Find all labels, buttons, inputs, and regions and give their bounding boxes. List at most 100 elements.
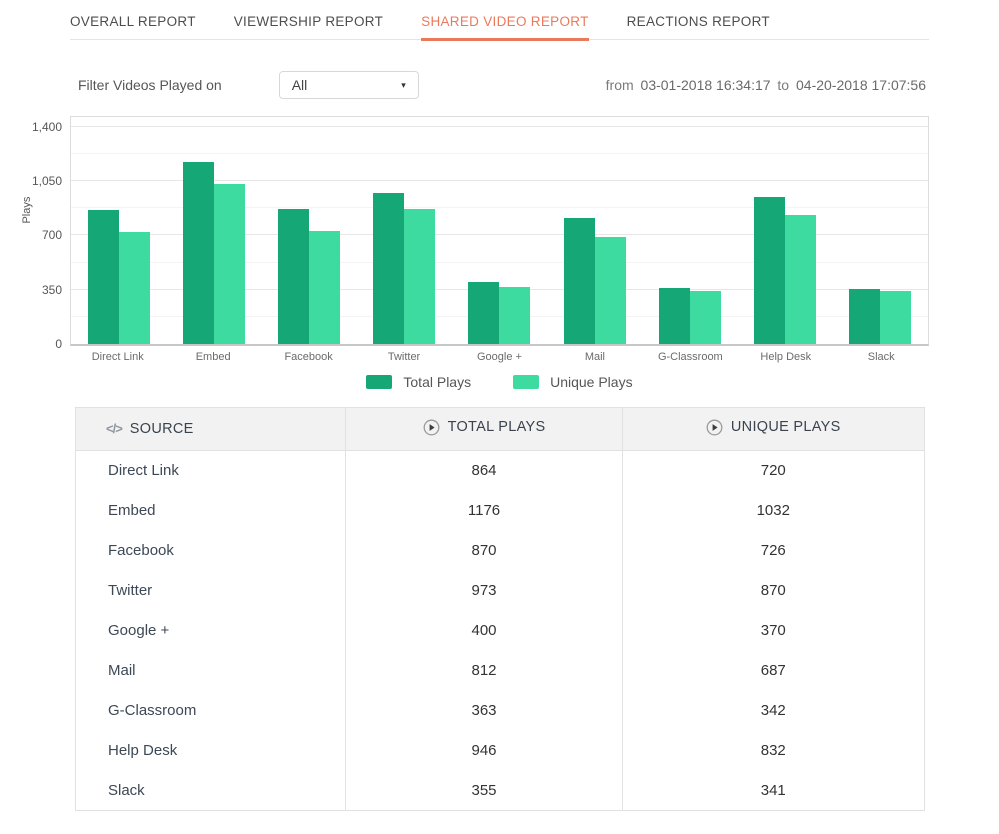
cell-total-plays: 870 <box>346 531 622 571</box>
table-row: G-Classroom363342 <box>76 691 925 731</box>
date-to-value: 04-20-2018 17:07:56 <box>796 77 926 93</box>
cell-source: Help Desk <box>76 731 346 771</box>
cell-source: Direct Link <box>76 451 346 491</box>
bar-unique-plays <box>119 232 150 344</box>
bar-group <box>261 209 356 344</box>
y-tick-label: 700 <box>42 228 62 242</box>
x-axis-label: Direct Link <box>70 351 165 363</box>
table-row: Direct Link864720 <box>76 451 925 491</box>
table-body: Direct Link864720Embed11761032Facebook87… <box>76 451 925 811</box>
bar-total-plays <box>278 209 309 344</box>
cell-total-plays: 812 <box>346 651 622 691</box>
cell-source: Mail <box>76 651 346 691</box>
y-tick-label: 1,400 <box>32 120 62 134</box>
chevron-down-icon: ▾ <box>401 80 406 91</box>
bar-total-plays <box>468 282 499 344</box>
bar-unique-plays <box>595 237 626 344</box>
column-header-unique-plays: UNIQUE PLAYS <box>622 408 924 451</box>
tab-overall-report[interactable]: OVERALL REPORT <box>70 14 196 41</box>
y-tick-label: 1,050 <box>32 174 62 188</box>
bar-unique-plays <box>404 209 435 344</box>
tab-shared-video-report[interactable]: SHARED VIDEO REPORT <box>421 14 588 41</box>
cell-total-plays: 864 <box>346 451 622 491</box>
bar-group <box>357 193 452 344</box>
bar-groups <box>71 117 928 344</box>
bar-unique-plays <box>214 184 245 344</box>
bar-unique-plays <box>880 291 911 344</box>
bar-group <box>71 210 166 344</box>
column-header-source: </> SOURCE <box>76 408 346 451</box>
x-axis-label: Facebook <box>261 351 356 363</box>
tab-reactions-report[interactable]: REACTIONS REPORT <box>627 14 770 41</box>
tab-viewership-report[interactable]: VIEWERSHIP REPORT <box>234 14 383 41</box>
bar-total-plays <box>659 288 690 344</box>
cell-unique-plays: 726 <box>622 531 924 571</box>
cell-unique-plays: 341 <box>622 771 924 811</box>
x-axis-label: Mail <box>547 351 642 363</box>
column-header-source-label: SOURCE <box>130 421 194 437</box>
table-row: Google +400370 <box>76 611 925 651</box>
bar-group <box>833 289 928 344</box>
bar-group <box>166 162 261 344</box>
cell-unique-plays: 720 <box>622 451 924 491</box>
x-axis-label: Slack <box>834 351 929 363</box>
legend-item: Total Plays <box>366 374 471 390</box>
filter-row: Filter Videos Played on All ▾ from 03-01… <box>70 71 929 99</box>
bar-total-plays <box>183 162 214 344</box>
cell-unique-plays: 370 <box>622 611 924 651</box>
cell-unique-plays: 832 <box>622 731 924 771</box>
cell-total-plays: 355 <box>346 771 622 811</box>
column-header-unique-plays-label: UNIQUE PLAYS <box>731 419 841 435</box>
cell-total-plays: 973 <box>346 571 622 611</box>
cell-source: G-Classroom <box>76 691 346 731</box>
cell-source: Facebook <box>76 531 346 571</box>
date-from-label: from <box>606 77 634 93</box>
x-axis-label: Embed <box>165 351 260 363</box>
shared-video-table: </> SOURCE TOTAL PLAYS <box>75 407 925 811</box>
y-tick-label: 0 <box>55 337 62 351</box>
play-circle-icon <box>706 419 723 436</box>
plays-bar-chart: Plays 03507001,0501,400 Direct LinkEmbed… <box>70 116 929 390</box>
x-axis-labels: Direct LinkEmbedFacebookTwitterGoogle +M… <box>70 351 929 363</box>
column-header-total-plays-label: TOTAL PLAYS <box>448 419 546 435</box>
table-row: Help Desk946832 <box>76 731 925 771</box>
cell-source: Twitter <box>76 571 346 611</box>
cell-unique-plays: 342 <box>622 691 924 731</box>
bar-total-plays <box>88 210 119 344</box>
bar-total-plays <box>564 218 595 344</box>
page-content: OVERALL REPORT VIEWERSHIP REPORT SHARED … <box>70 0 929 811</box>
date-range: from 03-01-2018 16:34:17 to 04-20-2018 1… <box>606 77 929 93</box>
y-tick-label: 350 <box>42 283 62 297</box>
cell-source: Slack <box>76 771 346 811</box>
bar-unique-plays <box>309 231 340 344</box>
table-row: Embed11761032 <box>76 491 925 531</box>
report-tabbar: OVERALL REPORT VIEWERSHIP REPORT SHARED … <box>70 0 929 40</box>
bar-group <box>547 218 642 344</box>
cell-unique-plays: 870 <box>622 571 924 611</box>
cell-source: Embed <box>76 491 346 531</box>
legend-swatch <box>366 375 392 389</box>
table-row: Twitter973870 <box>76 571 925 611</box>
filter-label: Filter Videos Played on <box>78 77 222 93</box>
bar-group <box>452 282 547 344</box>
chart-legend: Total PlaysUnique Plays <box>70 374 929 390</box>
x-axis-label: G-Classroom <box>643 351 738 363</box>
table-header: </> SOURCE TOTAL PLAYS <box>76 408 925 451</box>
date-from-value: 03-01-2018 16:34:17 <box>641 77 771 93</box>
y-axis-title: Plays <box>21 196 33 223</box>
legend-swatch <box>513 375 539 389</box>
table-row: Mail812687 <box>76 651 925 691</box>
cell-unique-plays: 687 <box>622 651 924 691</box>
table-row: Slack355341 <box>76 771 925 811</box>
bar-group <box>642 288 737 344</box>
bar-unique-plays <box>499 287 530 344</box>
filter-dropdown[interactable]: All ▾ <box>279 71 419 99</box>
code-icon: </> <box>106 421 122 436</box>
legend-label: Total Plays <box>403 374 471 390</box>
play-circle-icon <box>423 419 440 436</box>
x-axis-label: Help Desk <box>738 351 833 363</box>
bar-unique-plays <box>690 291 721 344</box>
x-axis-label: Google + <box>452 351 547 363</box>
column-header-total-plays: TOTAL PLAYS <box>346 408 622 451</box>
bar-group <box>738 197 833 344</box>
